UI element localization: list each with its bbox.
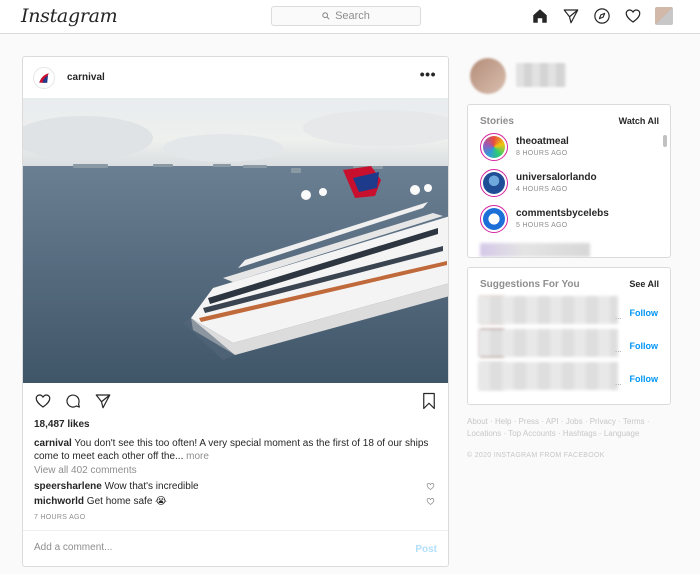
post-header: carnival ••• bbox=[23, 57, 448, 97]
post-photo[interactable] bbox=[23, 98, 449, 383]
more-options-icon[interactable]: ••• bbox=[420, 66, 436, 82]
search-placeholder: Search bbox=[335, 10, 370, 22]
share-paper-plane-icon[interactable] bbox=[94, 392, 112, 410]
comment-text: Get home safe 😭 bbox=[86, 496, 167, 507]
heart-icon[interactable] bbox=[624, 7, 642, 25]
search-icon bbox=[322, 12, 330, 20]
story-item-blurred[interactable] bbox=[480, 243, 590, 257]
post-caption: carnival You don't see this too often! A… bbox=[34, 437, 434, 463]
current-user-avatar[interactable] bbox=[470, 58, 506, 94]
nav-icons bbox=[531, 7, 673, 25]
search-input[interactable]: Search bbox=[271, 6, 421, 26]
suggestion-ellipsis: ... bbox=[615, 378, 622, 387]
stories-title: Stories bbox=[480, 116, 514, 127]
suggestion-ellipsis: ... bbox=[615, 312, 622, 321]
see-all-link[interactable]: See All bbox=[629, 279, 659, 289]
suggestion-name-blurred[interactable] bbox=[478, 296, 618, 324]
comment-text: Wow that's incredible bbox=[104, 481, 199, 492]
copyright-text: © 2020 INSTAGRAM FROM FACEBOOK bbox=[467, 452, 605, 459]
view-all-comments-link[interactable]: View all 402 comments bbox=[34, 465, 137, 476]
current-user-name-blurred[interactable] bbox=[516, 63, 566, 87]
post-author-username[interactable]: carnival bbox=[67, 72, 105, 83]
stories-panel: Stories Watch All theoatmeal 8 HOURS AGO… bbox=[467, 104, 671, 258]
post-comment-button[interactable]: Post bbox=[415, 544, 437, 555]
post-timestamp[interactable]: 7 HOURS AGO bbox=[34, 514, 86, 521]
add-comment-input[interactable] bbox=[34, 542, 374, 553]
story-item[interactable]: commentsbycelebs 5 HOURS AGO bbox=[480, 205, 660, 235]
comment: speersharlene Wow that's incredible bbox=[34, 481, 199, 492]
explore-icon[interactable] bbox=[593, 7, 611, 25]
story-time: 5 HOURS AGO bbox=[516, 222, 568, 229]
likes-count[interactable]: 18,487 likes bbox=[34, 419, 90, 430]
story-time: 8 HOURS AGO bbox=[516, 150, 568, 157]
suggestions-panel: Suggestions For You See All ... Follow .… bbox=[467, 267, 671, 405]
suggestions-title: Suggestions For You bbox=[480, 279, 580, 290]
story-item[interactable]: universalorlando 4 HOURS AGO bbox=[480, 169, 660, 199]
save-bookmark-button[interactable] bbox=[421, 392, 437, 410]
direct-icon[interactable] bbox=[562, 7, 580, 25]
caption-more-link[interactable]: more bbox=[186, 451, 209, 462]
comment-bubble-icon[interactable] bbox=[64, 392, 82, 410]
suggestion-name-blurred[interactable] bbox=[478, 329, 618, 357]
carnival-logo-icon bbox=[39, 73, 49, 83]
follow-button[interactable]: Follow bbox=[630, 308, 659, 318]
comment-username[interactable]: michworld bbox=[34, 496, 84, 507]
instagram-logo[interactable]: Instagram bbox=[21, 5, 118, 27]
story-avatar bbox=[480, 205, 508, 233]
story-username: theoatmeal bbox=[516, 136, 569, 147]
story-time: 4 HOURS AGO bbox=[516, 186, 568, 193]
suggestion-ellipsis: ... bbox=[615, 345, 622, 354]
add-comment-section: Post bbox=[23, 530, 448, 566]
watch-all-link[interactable]: Watch All bbox=[619, 116, 659, 126]
stories-scrollbar[interactable] bbox=[663, 135, 667, 147]
post-actions bbox=[34, 392, 112, 410]
comment: michworld Get home safe 😭 bbox=[34, 496, 167, 507]
home-icon[interactable] bbox=[531, 7, 549, 25]
post-author-avatar[interactable] bbox=[33, 67, 55, 89]
like-heart-icon[interactable] bbox=[34, 392, 52, 410]
suggestion-name-blurred[interactable] bbox=[478, 362, 618, 390]
story-username: universalorlando bbox=[516, 172, 597, 183]
follow-button[interactable]: Follow bbox=[630, 374, 659, 384]
bookmark-icon bbox=[423, 392, 435, 410]
story-item[interactable]: theoatmeal 8 HOURS AGO bbox=[480, 133, 660, 163]
profile-avatar[interactable] bbox=[655, 7, 673, 25]
comment-username[interactable]: speersharlene bbox=[34, 481, 102, 492]
footer-links[interactable]: About · Help · Press · API · Jobs · Priv… bbox=[467, 416, 667, 440]
comment-like-icon[interactable] bbox=[426, 482, 435, 491]
follow-button[interactable]: Follow bbox=[630, 341, 659, 351]
feed-post: carnival ••• 18,487 likes carnival You d… bbox=[22, 56, 449, 567]
story-avatar bbox=[480, 133, 508, 161]
caption-username[interactable]: carnival bbox=[34, 438, 72, 449]
caption-text: You don't see this too often! A very spe… bbox=[34, 438, 429, 462]
comment-like-icon[interactable] bbox=[426, 497, 435, 506]
story-username: commentsbycelebs bbox=[516, 208, 609, 219]
top-navigation-bar: Instagram Search bbox=[0, 0, 700, 34]
story-avatar bbox=[480, 169, 508, 197]
